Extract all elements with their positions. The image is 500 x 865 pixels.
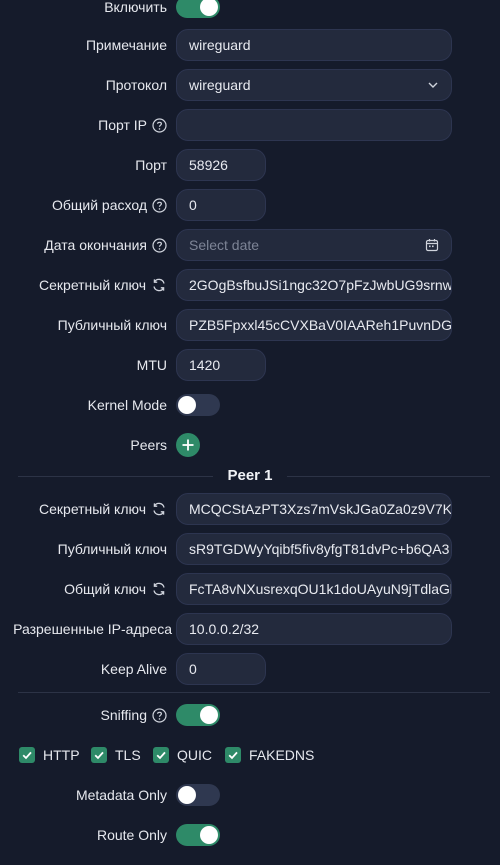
- sniffing-option-quic[interactable]: QUIC: [153, 745, 212, 765]
- port-input[interactable]: 58926: [176, 149, 266, 181]
- checkbox[interactable]: [225, 747, 241, 763]
- total-traffic-row: Общий расход 0: [0, 189, 500, 221]
- enable-label: Включить: [104, 0, 167, 15]
- allowed-ips-input[interactable]: 10.0.0.2/32: [176, 613, 452, 645]
- port-ip-label: Порт IP: [98, 109, 167, 141]
- sniffing-toggle[interactable]: [176, 704, 220, 726]
- refresh-icon[interactable]: [151, 277, 167, 293]
- sniffing-option-tls[interactable]: TLS: [91, 745, 141, 765]
- keep-alive-row: Keep Alive 0: [0, 653, 500, 685]
- peer-shared-key-row: Общий ключ FcTA8vNXusrexqOU1k1doUAyuN9jT…: [0, 573, 500, 605]
- checkbox[interactable]: [91, 747, 107, 763]
- protocol-label: Протокол: [105, 77, 167, 93]
- remark-label: Примечание: [85, 37, 167, 53]
- plus-icon: [182, 439, 194, 451]
- secret-key-row: Секретный ключ 2GOgBsfbuJSi1ngc32O7pFzJw…: [0, 269, 500, 301]
- mtu-input[interactable]: 1420: [176, 349, 266, 381]
- help-icon[interactable]: [152, 237, 167, 253]
- expiry-label: Дата окончания: [44, 229, 167, 261]
- remark-input[interactable]: wireguard: [176, 29, 452, 61]
- port-ip-row: Порт IP: [0, 109, 500, 141]
- route-only-label: Route Only: [96, 827, 167, 843]
- help-icon[interactable]: [152, 197, 167, 213]
- secret-key-label: Секретный ключ: [39, 269, 167, 301]
- checkbox-label: TLS: [115, 747, 141, 763]
- sniffing-option-http[interactable]: HTTP: [19, 745, 80, 765]
- port-ip-input[interactable]: [176, 109, 452, 141]
- peer-public-key-input[interactable]: sR9TGDWyYqibf5fiv8yfgT81dvPc+b6QA3: [176, 533, 452, 565]
- metadata-only-label: Metadata Only: [75, 787, 167, 803]
- help-icon[interactable]: [152, 117, 167, 133]
- checkbox[interactable]: [19, 747, 35, 763]
- route-only-row: Route Only: [0, 819, 500, 851]
- public-key-input[interactable]: PZB5Fpxxl45cCVXBaV0IAAReh1PuvnDGg: [176, 309, 452, 341]
- metadata-only-row: Metadata Only: [0, 779, 500, 811]
- check-icon: [156, 751, 166, 760]
- peer-secret-key-input[interactable]: MCQCStAzPT3Xzs7mVskJGa0Za0z9V7Kvs: [176, 493, 452, 525]
- public-key-label: Публичный ключ: [57, 317, 167, 333]
- checkbox-label: QUIC: [177, 747, 212, 763]
- mtu-label: MTU: [136, 357, 167, 373]
- expiry-date-picker[interactable]: Select date: [176, 229, 452, 261]
- peers-label: Peers: [130, 437, 167, 453]
- metadata-only-toggle[interactable]: [176, 784, 220, 806]
- peers-row: Peers: [0, 429, 500, 461]
- check-icon: [228, 751, 238, 760]
- checkbox-label: FAKEDNS: [249, 747, 315, 763]
- expiry-placeholder: Select date: [189, 237, 260, 253]
- add-peer-button[interactable]: [176, 433, 200, 457]
- public-key-row: Публичный ключ PZB5Fpxxl45cCVXBaV0IAAReh…: [0, 309, 500, 341]
- checkbox-label: HTTP: [43, 747, 80, 763]
- keep-alive-input[interactable]: 0: [176, 653, 266, 685]
- total-traffic-label: Общий расход: [52, 189, 167, 221]
- chevron-down-icon: [428, 82, 438, 88]
- port-label: Порт: [135, 157, 167, 173]
- refresh-icon[interactable]: [151, 581, 167, 597]
- total-traffic-input[interactable]: 0: [176, 189, 266, 221]
- check-icon: [22, 751, 32, 760]
- protocol-select[interactable]: wireguard: [176, 69, 452, 101]
- keep-alive-label: Keep Alive: [100, 661, 167, 677]
- protocol-value: wireguard: [189, 77, 251, 93]
- peer-secret-key-label: Секретный ключ: [39, 493, 167, 525]
- sniffing-label: Sniffing: [101, 699, 167, 731]
- port-row: Порт 58926: [0, 149, 500, 181]
- peer-secret-key-row: Секретный ключ MCQCStAzPT3Xzs7mVskJGa0Za…: [0, 493, 500, 525]
- check-icon: [94, 751, 104, 760]
- peer-public-key-row: Публичный ключ sR9TGDWyYqibf5fiv8yfgT81d…: [0, 533, 500, 565]
- peer-title: Peer 1: [0, 467, 500, 484]
- sniffing-option-fakedns[interactable]: FAKEDNS: [225, 745, 314, 765]
- kernel-mode-row: Kernel Mode: [0, 389, 500, 421]
- peer-shared-key-input[interactable]: FcTA8vNXusrexqOU1k1doUAyuN9jTdlaGl: [176, 573, 452, 605]
- allowed-ips-label: Разрешенные IP-адреса: [13, 621, 172, 637]
- protocol-row: Протокол wireguard: [0, 69, 500, 101]
- checkbox[interactable]: [153, 747, 169, 763]
- peer-public-key-label: Публичный ключ: [57, 541, 167, 557]
- remark-row: Примечание wireguard: [0, 29, 500, 61]
- kernel-mode-toggle[interactable]: [176, 394, 220, 416]
- enable-row: Включить: [0, 0, 500, 23]
- refresh-icon[interactable]: [151, 501, 167, 517]
- peer-shared-key-label: Общий ключ: [64, 573, 167, 605]
- expiry-row: Дата окончания Select date: [0, 229, 500, 261]
- sniffing-row: Sniffing: [0, 699, 500, 731]
- help-icon[interactable]: [152, 707, 167, 723]
- enable-toggle[interactable]: [176, 0, 220, 18]
- kernel-mode-label: Kernel Mode: [87, 397, 167, 413]
- sniffing-options: HTTP TLS QUIC FAKEDNS: [0, 745, 500, 765]
- allowed-ips-row: Разрешенные IP-адреса 10.0.0.2/32: [0, 613, 500, 645]
- secret-key-input[interactable]: 2GOgBsfbuJSi1ngc32O7pFzJwbUG9srnwI: [176, 269, 452, 301]
- route-only-toggle[interactable]: [176, 824, 220, 846]
- mtu-row: MTU 1420: [0, 349, 500, 381]
- section-divider: [18, 692, 490, 693]
- calendar-icon: [425, 239, 439, 252]
